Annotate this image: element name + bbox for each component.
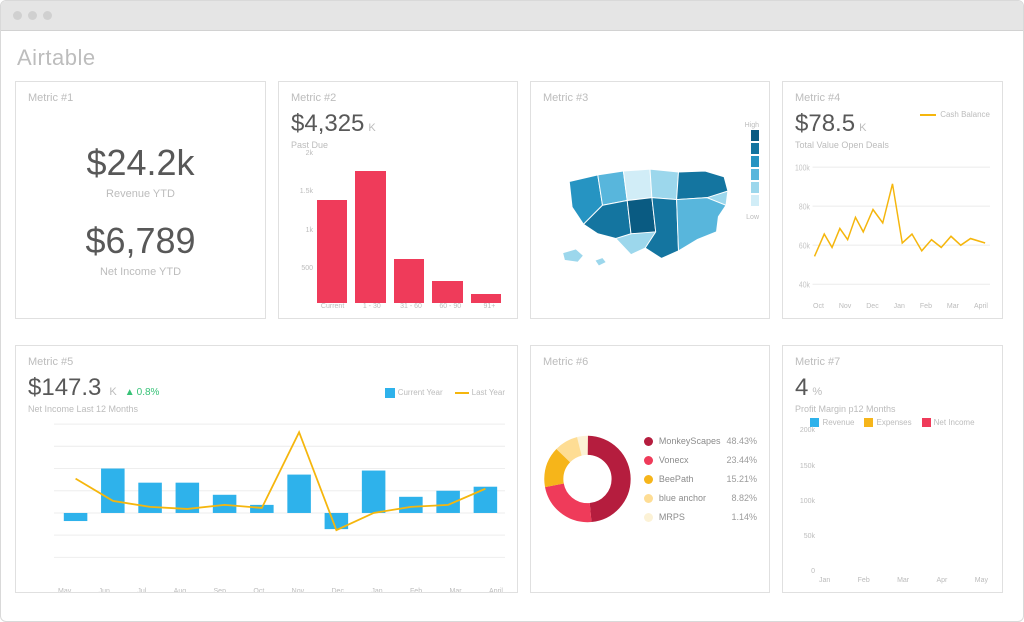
open-deals-label: Total Value Open Deals (795, 140, 889, 150)
card-title: Metric #2 (291, 92, 505, 104)
card-metric-4[interactable]: Metric #4 $78.5 K Total Value Open Deals… (782, 81, 1003, 319)
svg-text:80k: 80k (799, 202, 810, 212)
color-scale (751, 130, 759, 206)
dashboard-grid: Metric #1 $24.2k Revenue YTD $6,789 Net … (15, 81, 1009, 607)
donut-legend: MonkeyScapes48.43% Vonecx23.44% BeePath1… (644, 436, 757, 522)
card-metric-6[interactable]: Metric #6 MonkeyScapes48.43% Vonecx23.44… (530, 345, 770, 593)
y-axis: 2k 1.5k 1k 500 (291, 150, 313, 303)
card-metric-1[interactable]: Metric #1 $24.2k Revenue YTD $6,789 Net … (15, 81, 266, 319)
window-close-icon[interactable] (13, 11, 22, 20)
open-deals-value: $78.5 (795, 110, 855, 138)
delta-badge: ▲ 0.8% (125, 387, 160, 398)
x-axis: Oct Nov Dec Jan Feb Mar April (795, 301, 990, 310)
past-due-label: Past Due (291, 140, 505, 150)
legend-cash-balance: Cash Balance (920, 110, 990, 119)
triangle-up-icon: ▲ (125, 387, 135, 398)
svg-text:40k: 40k (799, 280, 810, 290)
card-title: Metric #3 (543, 92, 757, 104)
x-axis: Jan Feb Mar Apr May (795, 575, 990, 584)
net-income-combo-chart: 60K45K 30K15K 0-15K -30K (28, 414, 505, 586)
net-income-ytd-label: Net Income YTD (85, 266, 195, 278)
svg-text:100k: 100k (795, 163, 810, 173)
y-axis: 200k 150k 100k 50k 0 (795, 427, 815, 575)
profit-margin-label: Profit Margin p12 Months (795, 404, 990, 414)
x-axis: Current 1 - 30 31 - 60 60 - 90 91+ (291, 303, 505, 310)
card-title: Metric #1 (28, 92, 253, 104)
metric-1-body: $24.2k Revenue YTD $6,789 Net Income YTD (28, 110, 253, 310)
card-title: Metric #7 (795, 356, 990, 368)
usa-map: High Low (543, 110, 757, 310)
donut-chart: MonkeyScapes48.43% Vonecx23.44% BeePath1… (543, 374, 757, 584)
legend: Revenue Expenses Net Income (795, 418, 990, 427)
card-title: Metric #6 (543, 356, 757, 368)
past-due-bar-chart: 2k 1.5k 1k 500 (291, 150, 505, 303)
map-icon (555, 145, 745, 275)
legend-high: High (745, 122, 759, 129)
window-maximize-icon[interactable] (43, 11, 52, 20)
card-metric-2[interactable]: Metric #2 $4,325 K Past Due 2k 1.5k 1k 5… (278, 81, 518, 319)
legend-low: Low (746, 214, 759, 221)
revenue-ytd-label: Revenue YTD (86, 188, 194, 200)
x-axis: May Jun Jul Aug Sep Oct Nov Dec Jan Feb … (28, 586, 505, 593)
net-income-ytd-value: $6,789 (85, 220, 195, 262)
profit-stacked-bar-chart: 200k 150k 100k 50k 0 (795, 427, 990, 575)
card-title: Metric #4 (795, 92, 990, 104)
card-title: Metric #5 (28, 356, 505, 368)
card-metric-3[interactable]: Metric #3 (530, 81, 770, 319)
page-title: Airtable (17, 45, 1009, 71)
card-metric-5[interactable]: Metric #5 $147.3 K ▲ 0.8% Current Year L… (15, 345, 518, 593)
card-metric-7[interactable]: Metric #7 4 % Profit Margin p12 Months R… (782, 345, 1003, 593)
legend: Current Year Last Year (385, 388, 505, 398)
browser-window: Airtable Metric #1 $24.2k Revenue YTD $6… (0, 0, 1024, 622)
browser-chrome (1, 1, 1023, 31)
profit-margin-value: 4 (795, 374, 808, 402)
net-income-12m-value: $147.3 (28, 374, 101, 402)
past-due-value: $4,325 (291, 110, 364, 138)
cash-balance-line-chart: 100k 80k 60k 40k (795, 156, 990, 301)
net-income-12m-label: Net Income Last 12 Months (28, 404, 505, 414)
kpi: $4,325 K (291, 110, 505, 138)
svg-text:60k: 60k (799, 241, 810, 251)
page: Airtable Metric #1 $24.2k Revenue YTD $6… (1, 31, 1023, 621)
window-minimize-icon[interactable] (28, 11, 37, 20)
revenue-ytd-value: $24.2k (86, 142, 194, 184)
